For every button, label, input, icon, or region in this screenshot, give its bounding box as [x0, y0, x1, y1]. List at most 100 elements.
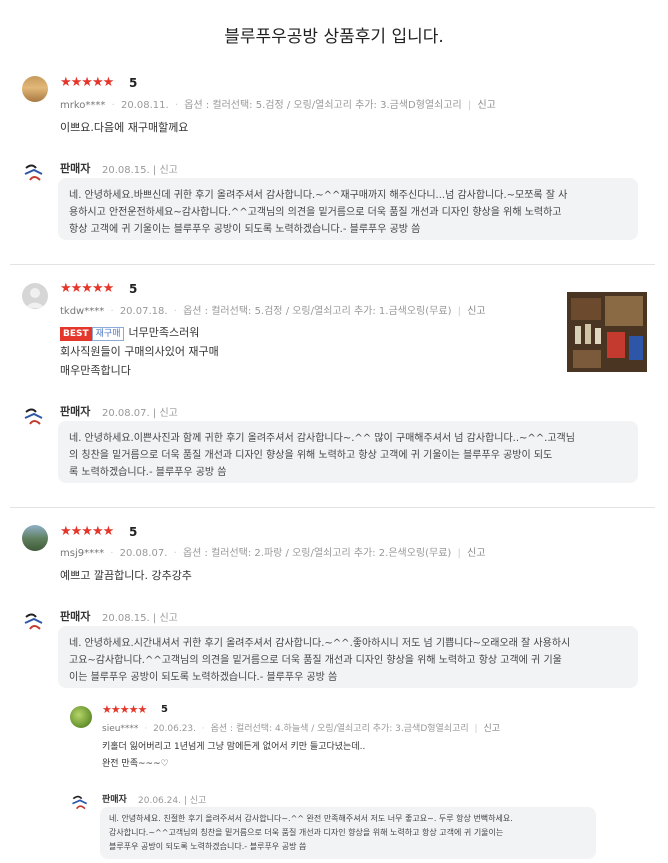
review-date: 20.08.11.: [120, 100, 169, 111]
meta-separator: |: [152, 165, 157, 176]
reply-line: 이는 블루푸우 공방이 되도록 노력하겠습니다.- 블루푸우 공방 씀: [69, 672, 338, 683]
meta-separator: ·: [110, 306, 114, 317]
seller-logo-icon: [72, 795, 88, 810]
report-link[interactable]: 신고: [483, 724, 500, 734]
review-line-text: 너무만족스러워: [128, 326, 200, 339]
seller-reply-bubble: 네. 안녕하세요.바쁘신데 귀한 후기 올려주셔서 감사합니다.~^^재구매까지…: [58, 178, 638, 240]
rating-score: 5: [129, 76, 138, 90]
seller-logo-icon: [24, 408, 43, 425]
meta-separator: ·: [173, 548, 177, 559]
meta-separator: ·: [173, 306, 177, 317]
option-text: 옵션 : 컬러선택: 4.하늘색 / 오링/열쇠고리 추가: 3.금색D형열쇠고…: [210, 724, 469, 734]
review-line: 매우만족합니다: [60, 364, 131, 377]
meta-separator: |: [474, 724, 478, 734]
review-text: 키홀더 잃어버리고 1년넘게 그냥 맘에든게 없어서 키만 들고다녔는데.. 완…: [102, 739, 365, 773]
reply-line: 네. 안녕하세요.이쁜사진과 함께 귀한 후기 올려주셔서 감사합니다~.^^ …: [69, 433, 575, 444]
review-meta: msj9**** · 20.08.07. · 옵션 : 컬러선택: 2.파랑 /…: [60, 544, 485, 559]
avatar[interactable]: [22, 525, 48, 551]
review-date: 20.08.07.: [119, 548, 168, 559]
user-id: msj9****: [60, 548, 105, 559]
report-link[interactable]: 신고: [467, 306, 485, 317]
user-id: sieu****: [102, 724, 139, 734]
reply-date: 20.06.24.: [138, 796, 181, 806]
divider: [10, 264, 655, 265]
meta-separator: ·: [174, 100, 179, 111]
reply-line: 네. 안녕하세요. 친절한 후기 올려주셔서 감사합니다~.^^ 완전 만족해주…: [109, 814, 513, 823]
reply-date: 20.08.07.: [102, 408, 150, 419]
reply-line: 감사합니다.~^^고객님의 칭찬을 밑거름으로 더욱 품질 개선과 디자인 향상…: [109, 828, 504, 837]
avatar[interactable]: [22, 283, 48, 309]
seller-logo-icon: [24, 164, 43, 181]
seller-reply-meta: 20.08.15. | 신고: [102, 609, 178, 624]
seller-name: 판매자: [60, 162, 91, 175]
meta-separator: ·: [144, 724, 148, 734]
review-date: 20.06.23.: [153, 724, 197, 734]
reply-line: 네. 안녕하세요.시간내셔서 귀한 후기 올려주셔서 감사합니다.~^^.좋아하…: [69, 638, 571, 649]
seller-name: 판매자: [102, 795, 127, 805]
page-title: 블루푸우공방 상품후기 입니다.: [224, 27, 444, 47]
reply-line: 네. 안녕하세요.바쁘신데 귀한 후기 올려주셔서 감사합니다.~^^재구매까지…: [69, 190, 568, 201]
seller-reply-meta: 20.08.07. | 신고: [102, 404, 178, 419]
meta-separator: |: [183, 796, 187, 806]
reply-line: 블루푸우 공방이 되도록 노력하겠습니다.- 블루푸우 공방 씀: [109, 842, 307, 851]
report-link[interactable]: 신고: [190, 796, 207, 806]
review-text: BEST 재구매 너무만족스러워 회사직원들이 구매의사있어 재구매 매우만족합니다: [60, 323, 219, 380]
report-link[interactable]: 신고: [159, 613, 177, 624]
meta-separator: ·: [201, 724, 205, 734]
review-text: 이쁘요.다음에 재구매할께요: [60, 118, 188, 137]
seller-name: 판매자: [60, 405, 91, 418]
seller-reply-bubble: 네. 안녕하세요. 친절한 후기 올려주셔서 감사합니다~.^^ 완전 만족해주…: [100, 807, 596, 859]
star-rating: ★★★★★: [60, 281, 114, 296]
review-text: 예쁘고 깔끔합니다. 강추강추: [60, 566, 192, 585]
report-link[interactable]: 신고: [477, 100, 495, 111]
best-badge: BEST: [60, 327, 92, 341]
review-meta: sieu**** · 20.06.23. · 옵션 : 컬러선택: 4.하늘색 …: [102, 721, 500, 734]
meta-separator: |: [467, 100, 472, 111]
review-line: 완전 만족~~~♡: [102, 759, 169, 769]
avatar[interactable]: [70, 706, 92, 728]
meta-separator: ·: [111, 100, 115, 111]
seller-reply-bubble: 네. 안녕하세요.시간내셔서 귀한 후기 올려주셔서 감사합니다.~^^.좋아하…: [58, 626, 638, 688]
default-avatar-icon: [25, 288, 45, 308]
reply-date: 20.08.15.: [102, 613, 150, 624]
review-line: 회사직원들이 구매의사있어 재구매: [60, 345, 219, 358]
user-id: tkdw****: [60, 306, 105, 317]
reply-line: 용하시고 안전운전하세요~감사합니다.^^고객님의 의견을 밑거름으로 더욱 품…: [69, 207, 562, 218]
reply-line: 고요~감사합니다.^^고객님의 의견을 밑거름으로 더욱 품질 개선과 디자인 …: [69, 655, 562, 666]
star-rating: ★★★★★: [60, 524, 114, 539]
reply-date: 20.08.15.: [102, 165, 150, 176]
rating-score: 5: [129, 282, 138, 296]
rating-score: 5: [161, 704, 168, 715]
review-photo[interactable]: [567, 292, 647, 372]
meta-separator: |: [457, 548, 461, 559]
option-text: 옵션 : 컬러선택: 5.검정 / 오링/열쇠고리 추가: 3.금색D형열쇠고리: [184, 100, 462, 111]
review-line: 이쁘요.다음에 재구매할께요: [60, 121, 189, 134]
photo-thumbnail-icon: [567, 292, 647, 372]
reply-line: 의 칭찬을 밑거름으로 더욱 품질 개선과 디자인 향상을 위해 노력하고 항상…: [69, 450, 553, 461]
review-line: 예쁘고 깔끔합니다. 강추강추: [60, 569, 192, 582]
divider: [10, 507, 655, 508]
option-text: 옵션 : 컬러선택: 2.파랑 / 오링/열쇠고리 추가: 2.은색오링(무료): [182, 548, 452, 559]
report-link[interactable]: 신고: [159, 408, 177, 419]
option-text: 옵션 : 컬러선택: 5.검정 / 오링/열쇠고리 추가: 1.금색오링(무료): [183, 306, 452, 317]
repurchase-badge: 재구매: [91, 327, 125, 341]
meta-separator: |: [152, 408, 157, 419]
star-rating: ★★★★★: [60, 75, 114, 90]
seller-reply-bubble: 네. 안녕하세요.이쁜사진과 함께 귀한 후기 올려주셔서 감사합니다~.^^ …: [58, 421, 638, 483]
avatar[interactable]: [22, 76, 48, 102]
meta-separator: ·: [110, 548, 114, 559]
reply-line: 항상 고객에 귀 기울이는 블루푸우 공방이 되도록 노력하겠습니다.- 블루푸…: [69, 224, 421, 235]
review-meta: mrko**** · 20.08.11. · 옵션 : 컬러선택: 5.검정 /…: [60, 96, 496, 111]
user-id: mrko****: [60, 100, 106, 111]
star-rating: ★★★★★: [102, 703, 147, 716]
seller-logo-icon: [24, 613, 43, 630]
report-link[interactable]: 신고: [467, 548, 485, 559]
seller-reply-meta: 20.08.15. | 신고: [102, 161, 178, 176]
seller-name: 판매자: [60, 610, 91, 623]
review-line: 키홀더 잃어버리고 1년넘게 그냥 맘에든게 없어서 키만 들고다녔는데..: [102, 742, 366, 752]
report-link[interactable]: 신고: [159, 165, 177, 176]
meta-separator: |: [152, 613, 157, 624]
meta-separator: |: [457, 306, 462, 317]
seller-reply-meta: 20.06.24. | 신고: [138, 793, 206, 806]
review-date: 20.07.18.: [119, 306, 168, 317]
